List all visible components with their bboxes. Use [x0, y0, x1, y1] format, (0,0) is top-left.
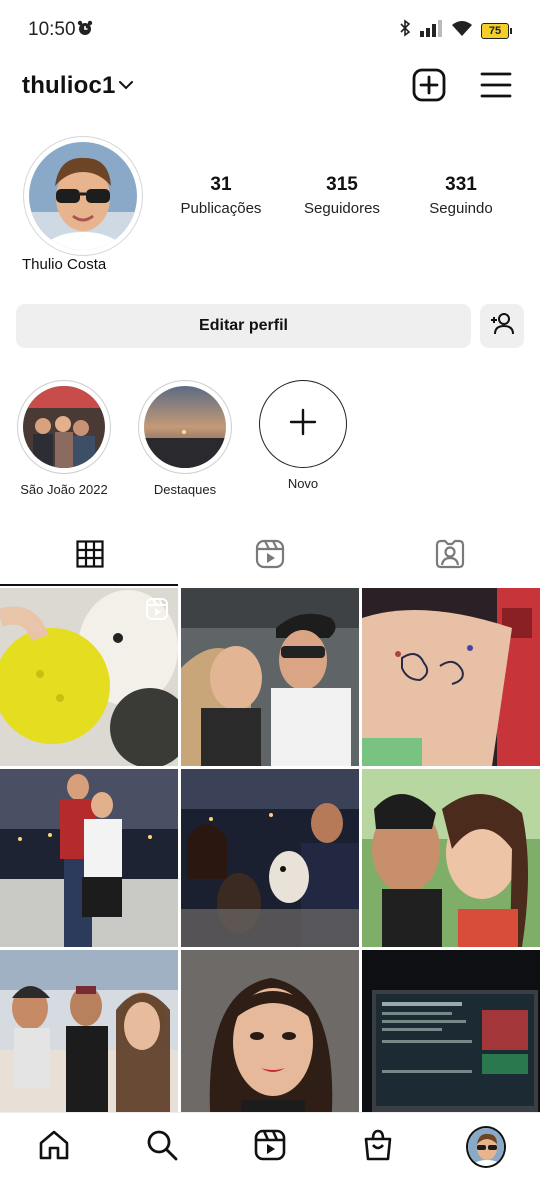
search-icon: [146, 1129, 178, 1166]
plus-icon: [289, 408, 317, 441]
wifi-icon: [451, 19, 473, 42]
nav-home[interactable]: [34, 1127, 74, 1167]
post-thumbnail-9[interactable]: [362, 950, 540, 1128]
shop-icon: [362, 1129, 394, 1166]
new-highlight-ring[interactable]: [259, 380, 347, 468]
reels-icon: [254, 1129, 286, 1166]
stat-followers-label: Seguidores: [304, 200, 380, 217]
profile-avatar: [466, 1126, 506, 1168]
highlight-new[interactable]: Novo: [255, 380, 351, 491]
post-thumbnail-6[interactable]: [362, 769, 540, 947]
stat-following-value: 331: [445, 174, 477, 195]
stat-posts[interactable]: 31 Publicações: [170, 174, 272, 217]
tab-reels[interactable]: [180, 528, 360, 584]
profile-tabs: [0, 528, 540, 586]
profile-avatar-ring[interactable]: [23, 136, 143, 256]
bottom-navigation: [0, 1112, 540, 1181]
highlight-thumbnail: [144, 386, 226, 468]
profile-header: thulioc1: [0, 62, 540, 110]
highlight-label: São João 2022: [20, 482, 108, 497]
stat-following[interactable]: 331 Seguindo: [416, 174, 506, 217]
stat-followers[interactable]: 315 Seguidores: [292, 174, 392, 217]
battery-level: 75: [481, 22, 509, 39]
tagged-icon: [435, 539, 465, 574]
post-thumbnail-5[interactable]: [181, 769, 359, 947]
highlight-destaques[interactable]: Destaques: [137, 380, 233, 497]
post-thumbnail-3[interactable]: [362, 588, 540, 766]
profile-avatar[interactable]: [29, 142, 137, 250]
reel-badge-icon: [146, 598, 168, 625]
discover-people-button[interactable]: [480, 304, 524, 348]
edit-profile-button[interactable]: Editar perfil: [16, 304, 471, 348]
chevron-down-icon[interactable]: [118, 78, 134, 96]
battery-icon: 75: [481, 22, 512, 39]
new-post-icon[interactable]: [412, 68, 446, 107]
post-thumbnail-2[interactable]: [181, 588, 359, 766]
posts-grid: [0, 588, 540, 1128]
nav-search[interactable]: [142, 1127, 182, 1167]
bluetooth-icon: [399, 19, 411, 42]
alarm-icon: [77, 20, 93, 41]
menu-icon[interactable]: [480, 70, 512, 105]
highlight-thumbnail: [23, 386, 105, 468]
home-icon: [38, 1129, 70, 1166]
highlight-ring: [138, 380, 232, 474]
nav-shop[interactable]: [358, 1127, 398, 1167]
signal-icon: [419, 19, 443, 42]
post-thumbnail-7[interactable]: [0, 950, 178, 1128]
status-bar: 10:50 75: [0, 0, 540, 60]
highlight-ring: [17, 380, 111, 474]
tab-posts-grid[interactable]: [0, 528, 180, 584]
highlight-sao-joao[interactable]: São João 2022: [16, 380, 112, 497]
nav-profile[interactable]: [466, 1126, 506, 1168]
stat-followers-value: 315: [326, 174, 358, 195]
active-tab-indicator: [0, 584, 178, 586]
post-thumbnail-4[interactable]: [0, 769, 178, 947]
add-person-icon: [489, 312, 515, 341]
stat-posts-value: 31: [210, 174, 232, 195]
tab-tagged[interactable]: [360, 528, 540, 584]
highlight-label: Novo: [287, 476, 319, 491]
grid-icon: [76, 539, 104, 573]
profile-name: Thulio Costa: [22, 256, 107, 273]
post-thumbnail-1[interactable]: [0, 588, 178, 766]
highlight-label: Destaques: [153, 482, 217, 497]
username[interactable]: thulioc1: [22, 72, 116, 100]
nav-reels[interactable]: [250, 1127, 290, 1167]
post-thumbnail-8[interactable]: [181, 950, 359, 1128]
stat-following-label: Seguindo: [429, 200, 493, 217]
stat-posts-label: Publicações: [180, 200, 262, 217]
status-time: 10:50: [28, 19, 76, 40]
reels-icon: [255, 539, 285, 574]
